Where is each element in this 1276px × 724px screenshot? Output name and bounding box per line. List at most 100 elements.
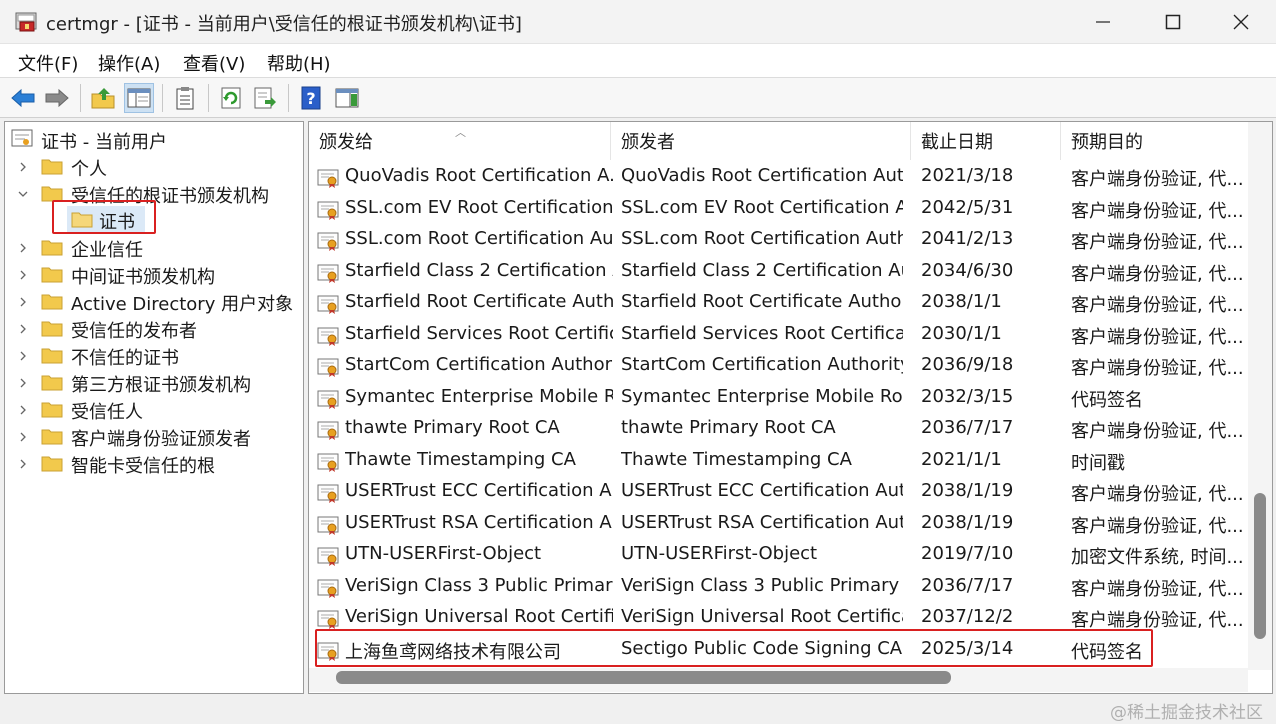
table-row[interactable]: thawte Primary Root CA thawte Primary Roo… (309, 413, 1254, 444)
cell-expiration-date: 2041/2/13 (921, 228, 1014, 249)
collapse-arrow-icon[interactable] (17, 188, 29, 200)
back-button[interactable] (8, 83, 38, 113)
expand-arrow-icon[interactable] (17, 269, 29, 281)
column-header-issued-to[interactable]: 颁发给 ︿ (309, 122, 611, 160)
cell-issued-by: Starfield Class 2 Certification Aut... (621, 259, 903, 281)
properties-button[interactable] (170, 83, 200, 113)
folder-icon (41, 267, 63, 283)
table-row[interactable]: Thawte Timestamping CA Thawte Timestampin… (309, 445, 1254, 476)
certificate-icon (317, 579, 339, 598)
cell-issued-by: VeriSign Universal Root Certifica... (621, 606, 903, 627)
table-row[interactable]: USERTrust RSA Certification A... USERTrus… (309, 508, 1254, 539)
cell-intended-purposes: 客户端身份验证, 代... (1071, 232, 1244, 253)
cell-expiration-date: 2034/6/30 (921, 259, 1014, 281)
expand-arrow-icon[interactable] (17, 431, 29, 443)
folder-icon (41, 240, 63, 256)
column-header-intended-purposes[interactable]: 预期目的 (1061, 122, 1249, 160)
tree-item-label: 第三方根证书颁发机构 (71, 375, 251, 396)
folder-icon (41, 375, 63, 391)
cell-intended-purposes: 客户端身份验证, 代... (1071, 421, 1244, 442)
table-row[interactable]: Starfield Root Certificate Auth... Starfi… (309, 287, 1254, 318)
expand-arrow-icon[interactable] (17, 323, 29, 335)
cell-expiration-date: 2038/1/19 (921, 480, 1014, 501)
tree-red-highlight-box (52, 200, 156, 234)
table-row[interactable]: VeriSign Class 3 Public Primary... VeriSi… (309, 571, 1254, 602)
menu-action[interactable]: 操作(A) (98, 50, 160, 76)
cell-issued-to: Thawte Timestamping CA (345, 448, 576, 470)
up-folder-button[interactable] (88, 83, 118, 113)
certificate-icon (317, 169, 339, 188)
show-action-pane-button[interactable] (332, 83, 362, 113)
expand-arrow-icon[interactable] (17, 404, 29, 416)
tree-item-client-auth-issuers[interactable]: 客户端身份验证颁发者 (5, 423, 301, 450)
menu-file[interactable]: 文件(F) (18, 50, 78, 76)
cell-issued-to: USERTrust ECC Certification A... (345, 480, 613, 501)
sort-ascending-icon: ︿ (455, 126, 466, 139)
forward-button[interactable] (42, 83, 72, 113)
tree-item-intermediate-ca[interactable]: 中间证书颁发机构 (5, 261, 301, 288)
table-row[interactable]: SSL.com EV Root Certification ... SSL.com… (309, 193, 1254, 224)
maximize-button[interactable] (1138, 0, 1208, 44)
cell-intended-purposes: 客户端身份验证, 代... (1071, 358, 1244, 379)
expand-arrow-icon[interactable] (17, 242, 29, 254)
tree-item-untrusted[interactable]: 不信任的证书 (5, 342, 301, 369)
tree-root[interactable]: 证书 - 当前用户 (5, 126, 301, 153)
certificate-icon (317, 327, 339, 346)
table-row[interactable]: QuoVadis Root Certification A... QuoVadis… (309, 161, 1254, 192)
table-row[interactable]: Symantec Enterprise Mobile R... Symantec … (309, 382, 1254, 413)
cell-issued-to: Symantec Enterprise Mobile R... (345, 385, 613, 407)
tree-item-trusted-people[interactable]: 受信任人 (5, 396, 301, 423)
certificate-icon (317, 295, 339, 314)
forward-icon (45, 88, 69, 108)
tree-item-label: 个人 (71, 159, 107, 180)
table-row[interactable]: StartCom Certification Authority StartCom… (309, 350, 1254, 381)
minimize-button[interactable] (1068, 0, 1138, 44)
column-header-issued-by[interactable]: 颁发者 (611, 122, 911, 160)
show-tree-button[interactable] (124, 83, 154, 113)
cell-issued-to: Starfield Services Root Certific... (345, 322, 613, 344)
table-row[interactable]: Starfield Services Root Certific... Starf… (309, 319, 1254, 350)
menu-view[interactable]: 查看(V) (183, 50, 245, 76)
close-button[interactable] (1206, 0, 1276, 44)
expand-arrow-icon[interactable] (17, 161, 29, 173)
tree-item-personal[interactable]: 个人 (5, 153, 301, 180)
table-row[interactable]: USERTrust ECC Certification A... USERTrus… (309, 476, 1254, 507)
table-row[interactable]: SSL.com Root Certification Aut... SSL.com… (309, 224, 1254, 255)
up-folder-icon (91, 88, 115, 109)
maximize-icon (1165, 14, 1181, 30)
cell-issued-by: StartCom Certification Authority (621, 354, 903, 375)
cell-issued-to: VeriSign Universal Root Certifi... (345, 606, 613, 627)
expand-arrow-icon[interactable] (17, 296, 29, 308)
column-header-expiration[interactable]: 截止日期 (911, 122, 1061, 160)
certificate-icon (317, 358, 339, 377)
expand-arrow-icon[interactable] (17, 458, 29, 470)
menu-bar: 文件(F) 操作(A) 查看(V) 帮助(H) (0, 44, 1276, 78)
folder-icon (41, 429, 63, 445)
tree-item-enterprise-trust[interactable]: 企业信任 (5, 234, 301, 261)
help-icon: ? (301, 86, 321, 110)
tree-item-trusted-publishers[interactable]: 受信任的发布者 (5, 315, 301, 342)
certificate-icon (317, 484, 339, 503)
menu-help[interactable]: 帮助(H) (267, 50, 331, 76)
cell-expiration-date: 2019/7/10 (921, 543, 1014, 564)
cell-intended-purposes: 客户端身份验证, 代... (1071, 326, 1244, 348)
horizontal-scrollbar-thumb[interactable] (336, 671, 951, 684)
close-icon (1233, 14, 1249, 30)
cell-expiration-date: 2042/5/31 (921, 196, 1014, 218)
cell-issued-by: SSL.com Root Certification Auth... (621, 228, 903, 249)
expand-arrow-icon[interactable] (17, 377, 29, 389)
export-list-button[interactable] (250, 83, 280, 113)
expand-arrow-icon[interactable] (17, 350, 29, 362)
tree-pane: 证书 - 当前用户 个人 受信任的根证书颁发机构 证书 企业信任 中间证书颁发机… (4, 121, 304, 694)
tree-item-third-party-root[interactable]: 第三方根证书颁发机构 (5, 369, 301, 396)
cell-expiration-date: 2021/1/1 (921, 448, 1002, 470)
folder-icon (41, 402, 63, 418)
refresh-button[interactable] (216, 83, 246, 113)
vertical-scrollbar-thumb[interactable] (1254, 493, 1266, 639)
tree-item-smart-card-root[interactable]: 智能卡受信任的根 (5, 450, 301, 477)
table-row[interactable]: UTN-USERFirst-Object UTN-USERFirst-Object… (309, 539, 1254, 570)
table-row[interactable]: Starfield Class 2 Certification A... Star… (309, 256, 1254, 287)
certificate-icon (317, 610, 339, 629)
tree-item-active-directory[interactable]: Active Directory 用户对象 (5, 288, 301, 315)
help-button[interactable]: ? (296, 83, 326, 113)
